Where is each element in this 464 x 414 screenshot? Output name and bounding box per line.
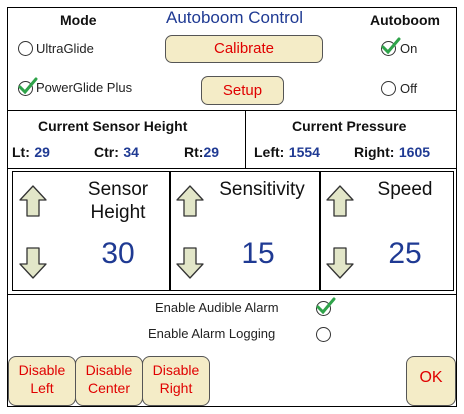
sensor-height-title: Sensor Height	[68, 178, 168, 224]
disable-center-line1: Disable	[85, 362, 133, 378]
ctr-value: 34	[123, 144, 139, 160]
disable-left-line1: Disable	[18, 362, 66, 378]
disable-right-button[interactable]: Disable Right	[142, 356, 210, 406]
autoboom-on-label: On	[400, 41, 418, 56]
sensor-height-up-arrow-icon[interactable]	[18, 184, 48, 218]
divider	[8, 168, 456, 169]
setup-button[interactable]: Setup	[201, 76, 284, 105]
speed-title: Speed	[377, 179, 433, 200]
sensor-height-section-title: Current Sensor Height	[38, 118, 188, 134]
divider	[8, 110, 456, 111]
lt-readout: Lt: 29	[12, 144, 50, 162]
divider	[245, 110, 246, 168]
pressure-section-title: Current Pressure	[292, 118, 407, 134]
disable-center-line2: Center	[87, 380, 131, 396]
sensor-height-title-line2: Height	[90, 202, 146, 223]
ctr-label: Ctr:	[94, 144, 119, 160]
mode-header: Mode	[60, 12, 97, 28]
disable-left-button[interactable]: Disable Left	[8, 356, 76, 406]
disable-right-line2: Right	[159, 380, 193, 396]
autoboom-off-label: Off	[400, 81, 418, 96]
ok-button[interactable]: OK	[406, 356, 456, 406]
rt-readout: Rt:29	[184, 144, 219, 162]
disable-center-button[interactable]: Disable Center	[75, 356, 143, 406]
sensor-height-value: 30	[101, 237, 135, 270]
left-pressure-value: 1554	[288, 144, 320, 160]
right-pressure-label: Right:	[354, 144, 395, 160]
autoboom-on-radio-checked[interactable]	[381, 37, 401, 56]
rt-label: Rt:	[184, 144, 204, 160]
speed-up-arrow-icon[interactable]	[325, 184, 355, 218]
ultraglide-label: UltraGlide	[36, 41, 94, 56]
powerglide-radio-checked[interactable]	[18, 77, 38, 96]
lt-value: 29	[34, 144, 50, 160]
right-pressure-value: 1605	[398, 144, 431, 160]
page-title: Autoboom Control	[166, 8, 304, 27]
sensor-height-down-arrow-icon[interactable]	[18, 246, 48, 280]
autoboom-off-radio[interactable]	[381, 81, 396, 96]
left-pressure-readout: Left: 1554	[254, 144, 320, 162]
ctr-readout: Ctr: 34	[94, 144, 139, 162]
sensitivity-value: 15	[241, 237, 275, 270]
checkmark-icon	[381, 37, 401, 55]
left-pressure-label: Left:	[254, 144, 285, 160]
speed-down-arrow-icon[interactable]	[325, 246, 355, 280]
speed-value: 25	[388, 237, 422, 270]
audible-alarm-checkbox-checked[interactable]	[316, 297, 336, 316]
checkmark-icon	[316, 297, 336, 315]
right-pressure-readout: Right: 1605	[354, 144, 430, 162]
powerglide-label: PowerGlide Plus	[36, 80, 133, 95]
sensor-height-title-line1: Sensor	[87, 179, 149, 200]
autoboom-header: Autoboom	[370, 12, 440, 28]
disable-left-line2: Left	[30, 380, 54, 396]
sensitivity-down-arrow-icon[interactable]	[175, 246, 205, 280]
lt-label: Lt:	[12, 144, 30, 160]
divider	[8, 294, 456, 295]
checkmark-icon	[18, 77, 38, 95]
ultraglide-radio[interactable]	[18, 41, 33, 56]
rt-value: 29	[203, 144, 220, 160]
audible-alarm-label: Enable Audible Alarm	[155, 300, 279, 315]
disable-right-line1: Disable	[152, 362, 200, 378]
alarm-logging-checkbox[interactable]	[316, 327, 331, 342]
sensitivity-title: Sensitivity	[219, 179, 305, 200]
alarm-logging-label: Enable Alarm Logging	[148, 326, 276, 341]
sensitivity-up-arrow-icon[interactable]	[175, 184, 205, 218]
calibrate-button[interactable]: Calibrate	[165, 35, 323, 63]
autoboom-control-window: Mode Autoboom Control Autoboom UltraGlid…	[7, 7, 457, 407]
